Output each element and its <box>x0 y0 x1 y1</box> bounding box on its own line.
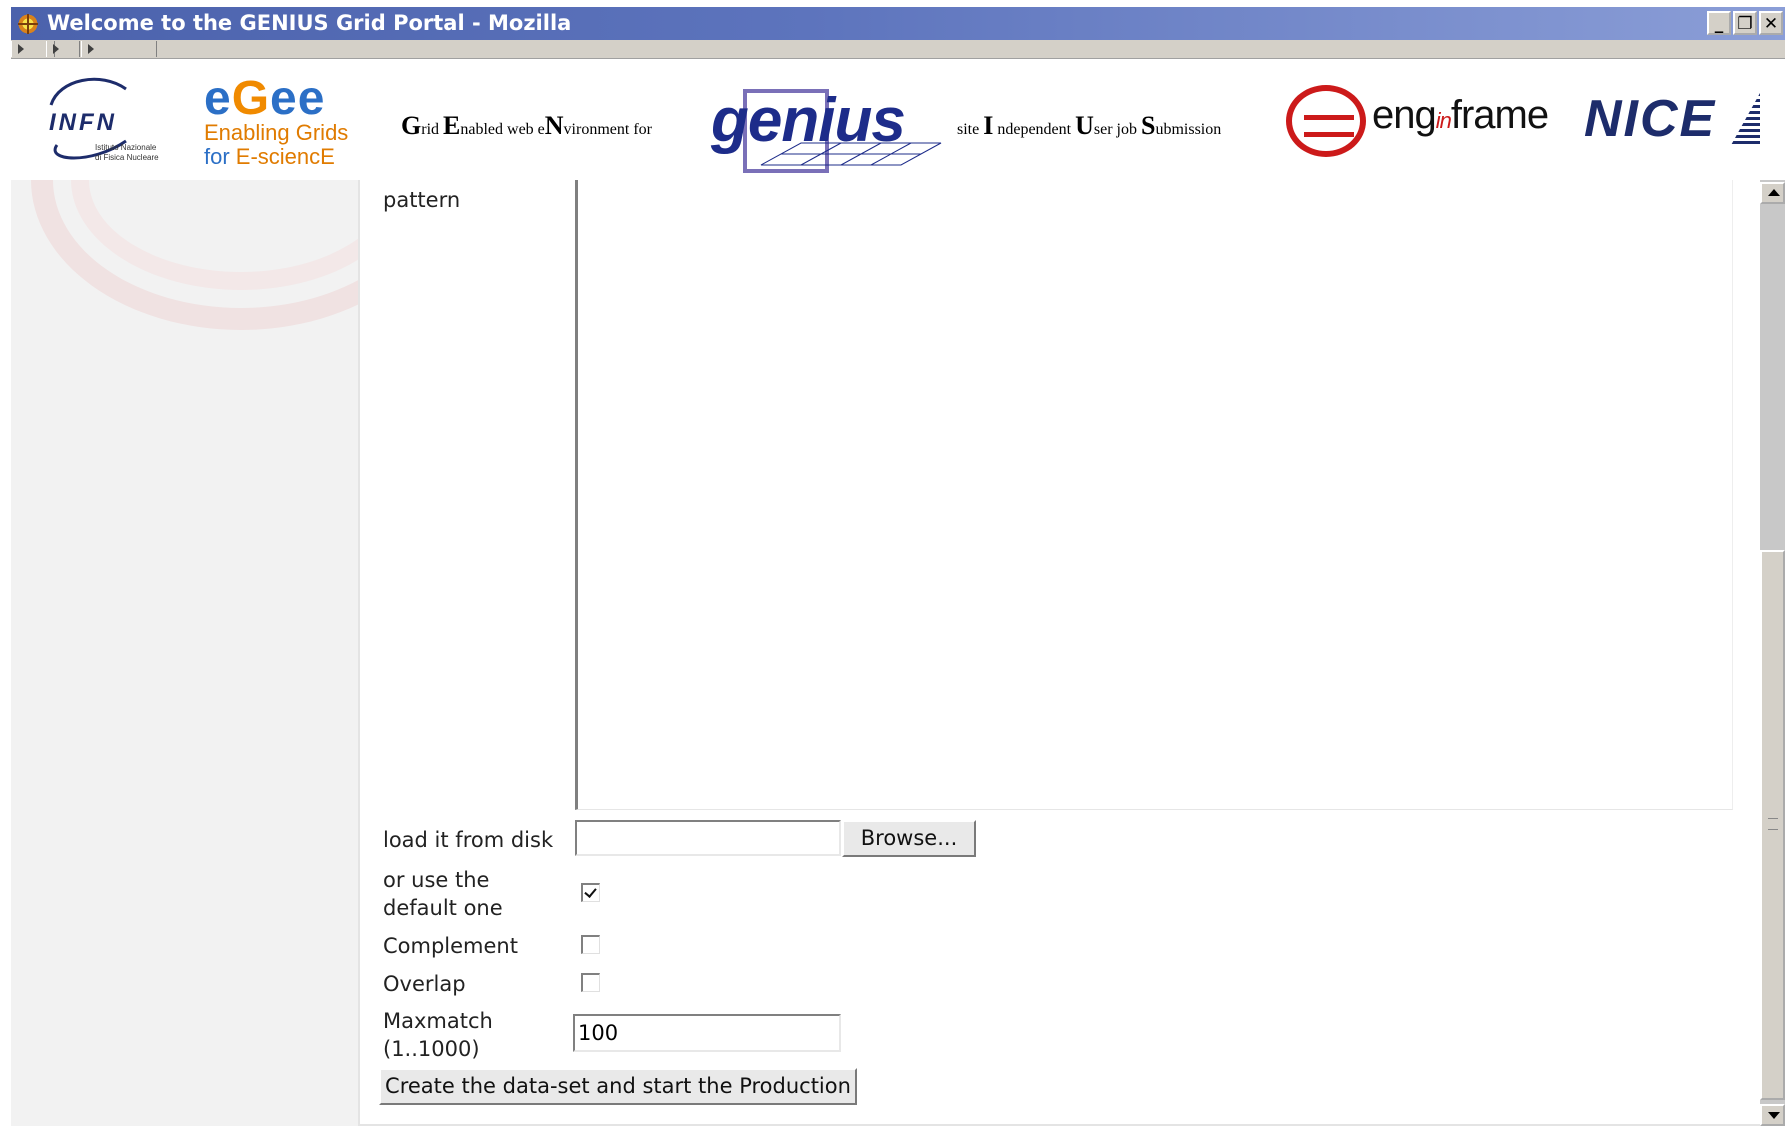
acr-n: N <box>544 111 564 140</box>
minimize-button[interactable]: _ <box>1707 11 1731 35</box>
egee-g: G <box>231 72 271 125</box>
arrow-down-icon <box>1768 1112 1780 1119</box>
arrow-up-icon <box>1768 189 1780 196</box>
maxmatch-label-line1: Maxmatch <box>383 1009 493 1033</box>
expand-arrow-icon <box>88 44 94 54</box>
window-controls: _ ❐ ✕ <box>1707 11 1783 35</box>
expand-arrow-icon <box>53 44 59 54</box>
close-button[interactable]: ✕ <box>1759 11 1783 35</box>
genius-acronym-right: site I ndependent User job Submission <box>957 111 1221 141</box>
egee-wordmark: eGee <box>204 75 374 123</box>
acr-e: E <box>443 111 461 140</box>
egee-tagline-1: Enabling Grids <box>204 120 349 145</box>
toolbar-grippy-2[interactable] <box>46 41 80 57</box>
ef-part1: eng <box>1372 93 1437 137</box>
left-sidebar <box>11 180 360 1126</box>
complement-label: Complement <box>383 934 518 958</box>
maxmatch-label-line2: (1..1000) <box>383 1037 480 1061</box>
scroll-up-button[interactable] <box>1760 182 1785 204</box>
mozilla-app-icon <box>17 13 39 35</box>
infn-subtitle-line1: Istituto Nazionale <box>95 143 157 152</box>
overlap-label: Overlap <box>383 972 466 996</box>
collapsed-toolbars <box>11 40 1785 59</box>
acr-n-rest: vironment for <box>563 121 652 138</box>
overlap-checkbox[interactable] <box>581 973 600 992</box>
genius-acronym-left: Grid Enabled web eNvironment for <box>401 111 652 141</box>
acr-g: G <box>401 111 422 140</box>
enginframe-logo[interactable]: enginframe <box>1286 85 1549 165</box>
default-label-line1: or use the <box>383 868 490 892</box>
genius-logo[interactable]: genius <box>701 79 942 179</box>
ef-part3: frame <box>1450 93 1549 137</box>
restore-button[interactable]: ❐ <box>1733 11 1757 35</box>
portal-banner: INFN Istituto Nazionale di Fisica Nuclea… <box>11 59 1785 180</box>
acr-pre: site <box>957 121 984 138</box>
acr-u-rest: ser job <box>1093 121 1141 138</box>
genius-wordmark: genius <box>711 86 906 155</box>
egee-ee: ee <box>270 72 326 125</box>
egee-tagline-suffix: E-sciencE <box>235 144 335 169</box>
default-label-line2: default one <box>383 896 503 920</box>
window-titlebar: Welcome to the GENIUS Grid Portal - Mozi… <box>11 7 1785 40</box>
vertical-scrollbar[interactable] <box>1760 180 1785 1126</box>
ef-part2: in <box>1435 108 1452 133</box>
browse-button[interactable]: Browse... <box>842 820 976 857</box>
pattern-textarea[interactable] <box>575 180 1733 810</box>
enginframe-wordmark: enginframe <box>1372 93 1549 138</box>
acr-s-rest: ubmission <box>1155 121 1222 138</box>
maxmatch-input[interactable]: 100 <box>573 1014 841 1052</box>
scrollbar-thumb[interactable] <box>1760 550 1785 1100</box>
window-title: Welcome to the GENIUS Grid Portal - Mozi… <box>47 11 572 35</box>
file-path-input[interactable] <box>575 820 841 856</box>
nice-stripes-icon <box>1730 93 1760 147</box>
infn-logo[interactable]: INFN Istituto Nazionale di Fisica Nuclea… <box>31 77 191 171</box>
load-from-disk-label: load it from disk <box>383 828 554 852</box>
egee-logo[interactable]: eGee Enabling Grids for E-sciencE <box>204 75 374 177</box>
infn-subtitle: Istituto Nazionale di Fisica Nucleare <box>95 143 159 163</box>
default-pattern-checkbox[interactable] <box>581 883 600 902</box>
toolbar-grippy-3[interactable] <box>81 41 157 57</box>
acr-e-rest: nabled web e <box>460 121 545 138</box>
maxmatch-label: Maxmatch (1..1000) <box>383 1007 493 1063</box>
infn-name: INFN <box>49 109 117 136</box>
egee-e: e <box>204 72 232 125</box>
complement-checkbox[interactable] <box>581 935 600 954</box>
acr-u: U <box>1075 111 1094 140</box>
scroll-down-button[interactable] <box>1760 1104 1785 1126</box>
infn-subtitle-line2: di Fisica Nucleare <box>95 153 159 162</box>
pattern-label: pattern <box>383 188 461 212</box>
sidebar-divider <box>358 180 360 1126</box>
acr-g-rest: rid <box>421 121 444 138</box>
enginframe-emblem-icon <box>1286 85 1366 157</box>
acr-i-rest: ndependent <box>993 121 1076 138</box>
acr-s: S <box>1140 111 1156 140</box>
create-dataset-button[interactable]: Create the data-set and start the Produc… <box>379 1068 857 1105</box>
egee-tagline-prefix: for <box>204 144 236 169</box>
expand-arrow-icon <box>18 44 24 54</box>
acr-i: I <box>983 111 994 140</box>
default-pattern-label: or use the default one <box>383 866 503 922</box>
nice-logo[interactable]: NICE <box>1584 89 1716 149</box>
egee-tagline-2: for E-sciencE <box>204 145 374 169</box>
